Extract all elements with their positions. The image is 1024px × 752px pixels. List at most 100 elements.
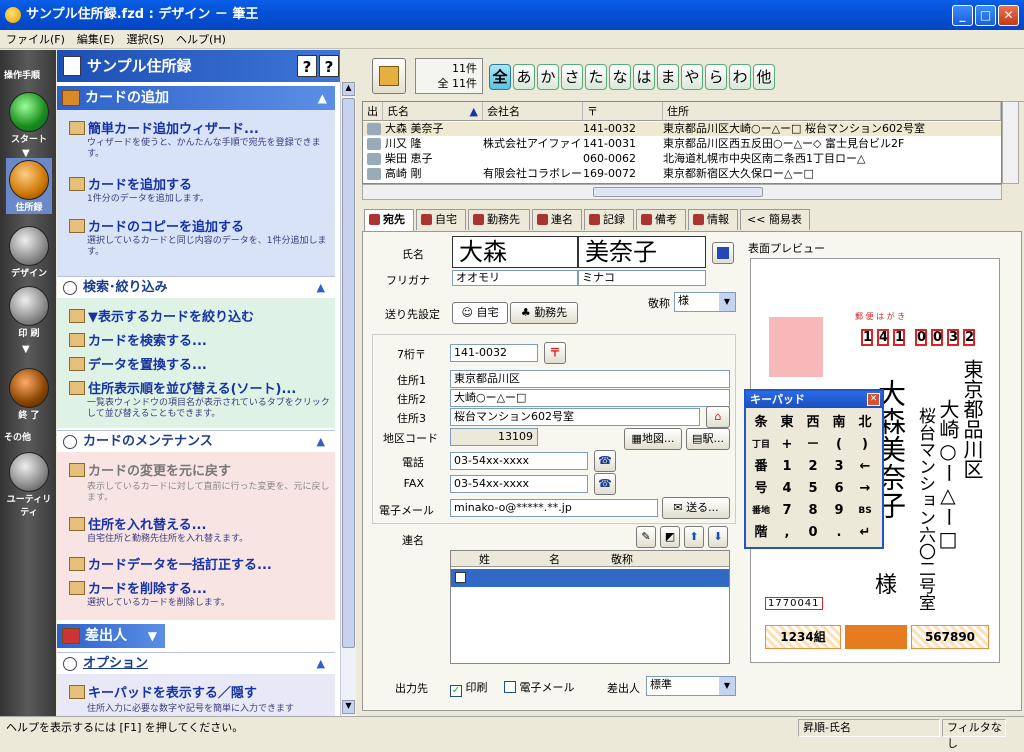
keypad-key[interactable]: 3 (828, 457, 850, 477)
col-header-print[interactable]: 出 (363, 102, 383, 121)
kana-filter-11[interactable]: 他 (753, 64, 775, 90)
context-help-icon[interactable]: ? (297, 55, 317, 77)
keypad-key[interactable]: 0 (802, 523, 824, 543)
strip-utility-button[interactable]: ユーティリティ (6, 452, 52, 518)
keypad-key[interactable]: + (776, 435, 798, 455)
keypad-key[interactable]: BS (854, 501, 876, 521)
tel-input[interactable]: 03-54xx-xxxx (450, 452, 588, 470)
keypad-key[interactable]: 1 (776, 457, 798, 477)
col-header-zip[interactable]: 〒 (583, 102, 663, 121)
close-button[interactable]: ✕ (998, 5, 1019, 26)
strip-end-button[interactable]: 終 了 (6, 368, 52, 421)
scroll-up-icon[interactable]: ▲ (342, 82, 355, 96)
task-pane-scrollbar[interactable]: ▲ ▼ (340, 82, 356, 716)
kana-filter-8[interactable]: や (681, 64, 703, 90)
undo-link[interactable]: カードの変更を元に戻す (69, 460, 231, 479)
list-vertical-scrollbar[interactable] (1002, 101, 1019, 184)
keypad-key[interactable]: 5 (802, 479, 824, 499)
dial-tel-button[interactable]: ☎ (594, 450, 616, 472)
table-row[interactable]: 川又 隆 株式会社アイファイブ 141-0031 東京都品川区西五反田○ー△ー◇ 富士… (363, 137, 1001, 151)
keypad-key[interactable]: 東 (776, 413, 798, 433)
move-up-button[interactable]: ⬆ (684, 526, 704, 548)
menu-edit[interactable]: 編集(E) (71, 33, 121, 46)
move-down-button[interactable]: ⬇ (708, 526, 728, 548)
menu-help[interactable]: ヘルプ(H) (170, 33, 232, 46)
wizard-link[interactable]: 簡単カード追加ウィザード... (69, 118, 259, 137)
send-email-button[interactable]: ✉ 送る... (662, 497, 730, 519)
keypad-key[interactable]: ↵ (854, 523, 876, 543)
map-button[interactable]: ▦地図... (624, 428, 682, 450)
tab-5[interactable]: 備考 (636, 209, 686, 230)
address-home-button[interactable]: ⌂ (706, 406, 730, 428)
kana-filter-10[interactable]: わ (729, 64, 751, 90)
col-header-company[interactable]: 会社名 (483, 102, 583, 121)
fax-input[interactable]: 03-54xx-xxxx (450, 475, 588, 493)
add-card-header[interactable]: カードの追加 ▲ (57, 86, 335, 110)
keypad-key[interactable]: 番地 (750, 501, 772, 521)
last-name-input[interactable]: 大森 (452, 236, 578, 268)
keypad-toggle-link[interactable]: キーパッドを表示する／隠す (69, 682, 257, 701)
scroll-thumb[interactable] (342, 98, 355, 648)
keypad-key[interactable]: 号 (750, 479, 772, 499)
honorific-select[interactable]: 様 ▼ (674, 292, 736, 312)
find-link[interactable]: カードを検索する... (69, 330, 207, 349)
maximize-button[interactable]: □ (975, 5, 996, 26)
station-button[interactable]: ▤駅... (686, 428, 730, 450)
scroll-thumb[interactable] (593, 187, 763, 197)
kana-filter-9[interactable]: ら (705, 64, 727, 90)
keypad-key[interactable]: 条 (750, 413, 772, 433)
strip-addressbook-button[interactable]: 住所録 (6, 158, 52, 214)
keypad-key[interactable]: 2 (802, 457, 824, 477)
addr2-input[interactable]: 大崎○ー△ー□ (450, 389, 730, 407)
tab-6[interactable]: 情報 (688, 209, 738, 230)
keypad-key[interactable]: → (854, 479, 876, 499)
keypad-key[interactable]: 北 (854, 413, 876, 433)
tab-3[interactable]: 連名 (532, 209, 582, 230)
keypad-key[interactable]: 4 (776, 479, 798, 499)
list-horizontal-scrollbar[interactable] (362, 184, 1002, 200)
add-card-link[interactable]: カードを追加する (69, 174, 192, 193)
delete-card-link[interactable]: カードを削除する... (69, 578, 207, 597)
tab-2[interactable]: 勤務先 (468, 209, 530, 230)
kana-filter-1[interactable]: あ (513, 64, 535, 90)
email-checkbox[interactable]: 電子メール (504, 679, 575, 695)
menu-select[interactable]: 選択(S) (120, 33, 170, 46)
keypad-key[interactable]: 階 (750, 523, 772, 543)
edit-joint-button[interactable]: ✎ (636, 526, 656, 548)
last-kana-input[interactable]: オオモリ (452, 270, 578, 286)
joint-row-checkbox[interactable] (455, 572, 466, 583)
scroll-down-icon[interactable]: ▼ (342, 700, 355, 714)
menu-file[interactable]: ファイル(F) (0, 33, 71, 46)
bulk-edit-link[interactable]: カードデータを一括訂正する... (69, 554, 272, 573)
print-checkbox[interactable]: ✓ 印刷 (450, 679, 488, 697)
option-header[interactable]: オプション ▲ (57, 652, 335, 674)
replace-link[interactable]: データを置換する... (69, 354, 207, 373)
address-card-button[interactable] (712, 242, 734, 264)
swap-address-link[interactable]: 住所を入れ替える... (69, 514, 206, 533)
keypad-key[interactable]: 南 (828, 413, 850, 433)
keypad-key[interactable]: 7 (776, 501, 798, 521)
addr1-input[interactable]: 東京都品川区 (450, 370, 730, 388)
strip-start-button[interactable]: スタート (6, 92, 52, 145)
keypad-key[interactable]: － (802, 435, 824, 455)
keypad-key[interactable]: . (828, 523, 850, 543)
sender-select[interactable]: 標準 ▼ (646, 676, 736, 696)
joint-row[interactable] (451, 569, 729, 587)
first-name-input[interactable]: 美奈子 (578, 236, 706, 268)
kana-filter-7[interactable]: ま (657, 64, 679, 90)
first-kana-input[interactable]: ミナコ (578, 270, 706, 286)
view-toggle-button[interactable] (372, 58, 406, 94)
help-icon[interactable]: ? (319, 55, 339, 77)
joint-names-table[interactable]: 姓 名 敬称 (450, 550, 730, 664)
dest-home-button[interactable]: ☺ 自宅 (452, 302, 508, 324)
col-header-address[interactable]: 住所 (663, 102, 1001, 121)
keypad-key[interactable]: ← (854, 457, 876, 477)
erase-joint-button[interactable]: ◩ (660, 526, 680, 548)
kana-filter-0[interactable]: 全 (489, 64, 511, 90)
strip-design-button[interactable]: デザイン (6, 226, 52, 279)
kana-filter-5[interactable]: な (609, 64, 631, 90)
keypad-key[interactable]: ( (828, 435, 850, 455)
keypad-key[interactable]: ) (854, 435, 876, 455)
keypad-key[interactable]: 西 (802, 413, 824, 433)
minimize-button[interactable]: _ (952, 5, 973, 26)
